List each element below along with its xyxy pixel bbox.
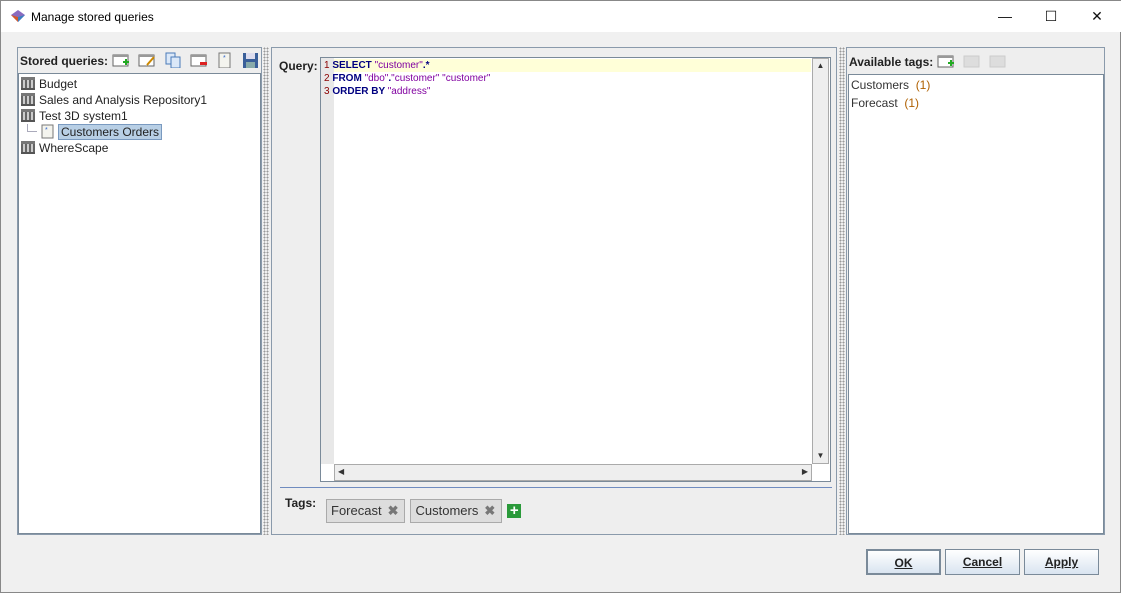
sql-keyword: ORDER BY (332, 86, 388, 97)
window-title: Manage stored queries (31, 10, 154, 24)
tag-name: Forecast (851, 96, 898, 110)
tree-item-label: Budget (39, 77, 78, 91)
tree-item-label: Customers Orders (58, 124, 163, 140)
remove-tag-icon[interactable]: ✖ (388, 503, 399, 518)
delete-query-icon[interactable] (190, 52, 208, 68)
tag-name: Customers (851, 78, 910, 92)
tree-item-customers-orders[interactable]: * Customers Orders (41, 124, 163, 140)
code-line: 3 ORDER BY "address" (324, 85, 490, 98)
stored-queries-label: Stored queries: (20, 54, 109, 68)
svg-text:*: * (223, 55, 226, 62)
line-number: 1 (324, 60, 330, 71)
tags-label: Tags: (285, 496, 317, 510)
left-splitter[interactable] (263, 47, 269, 535)
tree-connector (27, 124, 37, 132)
stored-queries-toolbar: * (112, 52, 260, 68)
sql-identifier: "dbo" (364, 73, 389, 84)
code-line: 2 FROM "dbo"."customer" "customer" (324, 72, 490, 85)
tag-label: Customers (415, 503, 479, 518)
repository-icon (21, 93, 35, 106)
remove-tag-icon[interactable]: ✖ (484, 503, 495, 518)
apply-button[interactable]: Apply (1024, 549, 1099, 575)
line-gutter (321, 58, 334, 464)
svg-text:*: * (45, 127, 48, 134)
available-tag-forecast[interactable]: Forecast (1) (851, 96, 919, 110)
tree-item-label: Sales and Analysis Repository1 (39, 93, 208, 107)
ok-button[interactable]: OK (866, 549, 941, 575)
tags-list: Forecast ✖ Customers ✖ + (326, 499, 522, 523)
edit-tag-icon (963, 55, 980, 68)
maximize-button[interactable]: ☐ (1028, 1, 1074, 32)
sql-keyword: FROM (332, 73, 365, 84)
repository-icon (21, 141, 35, 154)
sql-identifier: "customer" "customer" (391, 73, 491, 84)
app-icon (11, 10, 25, 22)
available-tags-list[interactable]: Customers (1) Forecast (1) (848, 74, 1104, 534)
title-bar: Manage stored queries — ☐ ✕ (1, 1, 1121, 32)
scroll-left-arrow[interactable]: ◀ (338, 467, 344, 476)
tree-item-budget[interactable]: Budget (21, 76, 77, 92)
line-number: 3 (324, 86, 330, 97)
tree-item-wherescape[interactable]: WhereScape (21, 140, 108, 156)
divider (280, 487, 832, 488)
sql-identifier: "address" (387, 86, 431, 97)
delete-tag-icon (989, 55, 1006, 68)
repository-icon (21, 77, 35, 90)
close-button[interactable]: ✕ (1074, 1, 1120, 32)
add-tag-button[interactable]: + (507, 503, 522, 518)
scroll-up-arrow[interactable]: ▲ (813, 59, 828, 73)
available-tags-panel: Available tags: Customers (1) Forecast (… (846, 47, 1105, 535)
tag-count: (1) (915, 78, 931, 92)
query-properties-icon[interactable]: * (216, 52, 234, 68)
tree-item-test3d[interactable]: Test 3D system1 (21, 108, 128, 124)
available-tags-label: Available tags: (849, 55, 934, 69)
query-icon: * (41, 124, 54, 139)
save-query-icon[interactable] (242, 52, 260, 68)
horizontal-scrollbar[interactable]: ◀ ▶ (334, 464, 812, 481)
scroll-down-arrow[interactable]: ▼ (813, 449, 828, 463)
sql-keyword: .* (422, 60, 430, 71)
line-number: 2 (324, 73, 330, 84)
query-label: Query: (279, 59, 318, 73)
available-tag-customers[interactable]: Customers (1) (851, 78, 930, 92)
tag-count: (1) (904, 96, 920, 110)
right-splitter[interactable] (839, 47, 845, 535)
tag-label: Forecast (331, 503, 382, 518)
query-panel: Query: 1 SELECT "customer".* 2 FROM "dbo"… (271, 47, 837, 535)
scroll-right-arrow[interactable]: ▶ (802, 467, 808, 476)
minimize-button[interactable]: — (982, 1, 1028, 32)
cancel-button[interactable]: Cancel (945, 549, 1020, 575)
sql-identifier: "customer" (374, 60, 423, 71)
code-lines: 1 SELECT "customer".* 2 FROM "dbo"."custo… (324, 59, 490, 98)
query-editor[interactable]: 1 SELECT "customer".* 2 FROM "dbo"."custo… (320, 57, 831, 482)
tag-forecast: Forecast ✖ (326, 499, 406, 523)
vertical-scrollbar[interactable]: ▲ ▼ (812, 58, 829, 464)
tree-item-label: WhereScape (39, 141, 109, 155)
new-query-icon[interactable] (112, 52, 130, 68)
tree-item-sales[interactable]: Sales and Analysis Repository1 (21, 92, 207, 108)
tree-item-label: Test 3D system1 (39, 109, 128, 123)
sql-keyword: SELECT (332, 60, 375, 71)
edit-query-icon[interactable] (138, 52, 156, 68)
repository-icon (21, 109, 35, 122)
stored-queries-panel: Stored queries: * Budget Sales and Analy… (17, 47, 262, 535)
copy-query-icon[interactable] (164, 52, 182, 68)
new-tag-icon[interactable] (937, 53, 955, 69)
code-line: 1 SELECT "customer".* (324, 59, 490, 72)
tag-customers: Customers ✖ (410, 499, 503, 523)
stored-queries-tree[interactable]: Budget Sales and Analysis Repository1 Te… (18, 73, 261, 534)
